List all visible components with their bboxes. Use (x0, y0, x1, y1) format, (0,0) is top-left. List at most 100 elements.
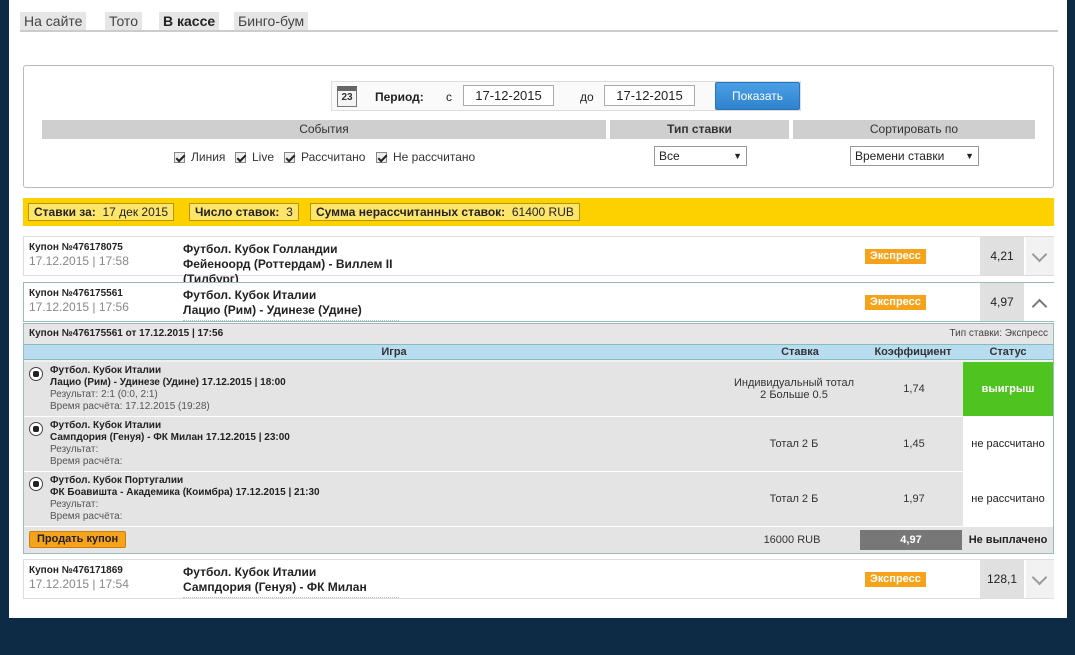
detail-header: Купон №476175561 от 17.12.2015 | 17:56 Т… (24, 324, 1053, 344)
bet-stake-line1: Индивидуальный тотал (733, 377, 855, 389)
checkbox-line-label: Линия (191, 150, 226, 164)
express-badge: Экспресс (865, 572, 926, 587)
sort-value: Времени ставки (855, 149, 945, 163)
period-label: Период: (375, 90, 424, 104)
checkbox-checked-icon[interactable] (235, 151, 246, 163)
bet-league: Футбол. Кубок Италии (50, 420, 162, 431)
coupon-date: 17.12.2015 | 17:58 (29, 254, 129, 268)
coupon-number: Купон №476175561 (29, 288, 123, 299)
status-badge: не рассчитано (963, 417, 1053, 471)
coupon-number: Купон №476171869 (29, 565, 123, 576)
coupon-row[interactable]: Купон №476175561 17.12.2015 | 17:56 Футб… (23, 282, 1054, 322)
status-badge: выигрыш (963, 362, 1053, 416)
from-label: с (446, 90, 452, 104)
checkbox-live[interactable]: Live (235, 150, 274, 164)
bet-league: Футбол. Кубок Португалии (50, 475, 184, 486)
detail-title: Купон №476175561 от 17.12.2015 | 17:56 (29, 328, 224, 339)
unsettled-sum-value: 61400 RUB (511, 205, 574, 219)
coupon-league: Футбол. Кубок Голландии (183, 242, 338, 256)
bet-type-value: Все (659, 149, 680, 163)
bet-match: Сампдория (Генуя) - ФК Милан 17.12.2015 … (50, 432, 290, 443)
bet-match: Лацио (Рим) - Удинезе (Удине) 17.12.2015… (50, 377, 286, 388)
chevron-down-icon (1031, 569, 1048, 586)
coupon-event: Футбол. Кубок Италии Сампдория (Генуя) - … (183, 565, 399, 598)
football-icon (29, 367, 43, 381)
unsettled-sum-badge: Сумма нерассчитанных ставок: 61400 RUB (310, 203, 580, 221)
checkbox-not-calculated[interactable]: Не рассчитано (376, 150, 475, 164)
bet-type-select[interactable]: Все ▼ (654, 146, 747, 166)
chevron-down-icon (1031, 246, 1048, 263)
coupon-number: Купон №476178075 (29, 242, 123, 253)
bet-result: Результат: 2:1 (0:0, 2:1) (50, 389, 158, 400)
coupon-date: 17.12.2015 | 17:56 (29, 300, 129, 314)
football-icon (29, 477, 43, 491)
bet-info: Футбол. Кубок Италии Сампдория (Генуя) -… (50, 420, 290, 468)
column-game: Игра (381, 346, 407, 358)
bet-row: Футбол. Кубок Италии Сампдория (Генуя) -… (24, 417, 1053, 472)
status-badge: не рассчитано (963, 472, 1053, 526)
coupon-row[interactable]: Купон №476171869 17.12.2015 | 17:54 Футб… (23, 559, 1054, 599)
bet-coef: 1,97 (903, 493, 925, 505)
checkbox-calculated-label: Рассчитано (301, 150, 366, 164)
coupon-event: Футбол. Кубок Италии Лацио (Рим) - Удинез… (183, 288, 399, 321)
checkbox-line[interactable]: Линия (174, 150, 225, 164)
tab-in-cashier[interactable]: В кассе (159, 12, 220, 30)
checkbox-checked-icon[interactable] (284, 151, 295, 163)
bets-for-value: 17 дек 2015 (102, 205, 169, 219)
coupon-coef: 128,1 (980, 560, 1024, 598)
sort-select[interactable]: Времени ставки ▼ (850, 146, 979, 166)
bet-count-label: Число ставок: (195, 205, 280, 219)
date-to-input[interactable]: 17-12-2015 (604, 85, 695, 106)
bet-match: ФК Боавишта - Академика (Коимбра) 17.12.… (50, 487, 320, 498)
coupon-match: Лацио (Рим) - Удинезе (Удине) (183, 303, 362, 317)
detail-table-header: Игра Ставка Коэффициент Статус (24, 344, 1053, 360)
coupon-league: Футбол. Кубок Италии (183, 565, 317, 579)
bet-type-header: Тип ставки (610, 120, 789, 139)
collapse-button[interactable] (1026, 283, 1054, 321)
checkbox-checked-icon[interactable] (376, 151, 387, 163)
detail-bet-type: Тип ставки: Экспресс (949, 328, 1048, 339)
sort-header: Сортировать по (793, 120, 1035, 139)
total-sum: 16000 RUB (763, 534, 821, 546)
tab-on-site[interactable]: На сайте (20, 12, 87, 30)
bet-coef: 1,45 (903, 438, 925, 450)
bet-coef: 1,74 (903, 383, 925, 395)
bet-calc-time: Время расчёта: 17.12.2015 (19:28) (50, 401, 210, 412)
bet-stake: Тотал 2 Б (769, 438, 819, 450)
detail-footer: Продать купон 16000 RUB 4,97 Не выплачен… (24, 527, 1053, 553)
coupon-league: Футбол. Кубок Италии (183, 288, 317, 302)
bet-info: Футбол. Кубок Португалии ФК Боавишта - А… (50, 475, 320, 523)
coupon-match: Сампдория (Генуя) - ФК Милан (183, 580, 367, 594)
dropdown-arrow-icon: ▼ (965, 151, 974, 161)
filter-box: 23 Период: с 17-12-2015 до 17-12-2015 По… (23, 65, 1054, 188)
date-from-input[interactable]: 17-12-2015 (463, 85, 554, 106)
tab-bar: На сайте Тото В кассе Бинго-бум (20, 12, 1058, 32)
column-stake: Ставка (781, 346, 819, 358)
bets-for-badge: Ставки за: 17 дек 2015 (28, 203, 175, 221)
expand-button[interactable] (1026, 560, 1054, 598)
bets-for-label: Ставки за: (34, 205, 96, 219)
bet-count-badge: Число ставок: 3 (189, 203, 299, 221)
bet-info: Футбол. Кубок Италии Лацио (Рим) - Удине… (50, 365, 286, 413)
total-coef: 4,97 (860, 530, 962, 550)
coupon-coef: 4,97 (980, 283, 1024, 321)
events-header: События (42, 120, 606, 139)
bet-stake-line2: 2 Больше 0.5 (760, 389, 828, 401)
column-coef: Коэффициент (874, 346, 952, 358)
chevron-up-icon (1031, 298, 1048, 315)
to-label: до (580, 90, 594, 104)
checkbox-checked-icon[interactable] (174, 151, 185, 163)
tab-toto[interactable]: Тото (105, 12, 142, 30)
calendar-icon[interactable]: 23 (337, 86, 357, 107)
football-icon (29, 422, 43, 436)
bet-result: Результат: (50, 444, 99, 455)
show-button[interactable]: Показать (715, 82, 800, 110)
coupon-row[interactable]: Купон №476178075 17.12.2015 | 17:58 Футб… (23, 236, 1054, 290)
tab-bingo-boom[interactable]: Бинго-бум (234, 12, 309, 30)
dropdown-arrow-icon: ▼ (733, 151, 742, 161)
sell-coupon-button[interactable]: Продать купон (29, 531, 127, 548)
coupon-date: 17.12.2015 | 17:54 (29, 577, 129, 591)
expand-button[interactable] (1026, 237, 1054, 275)
checkbox-calculated[interactable]: Рассчитано (284, 150, 365, 164)
bet-stake: Тотал 2 Б (769, 493, 819, 505)
